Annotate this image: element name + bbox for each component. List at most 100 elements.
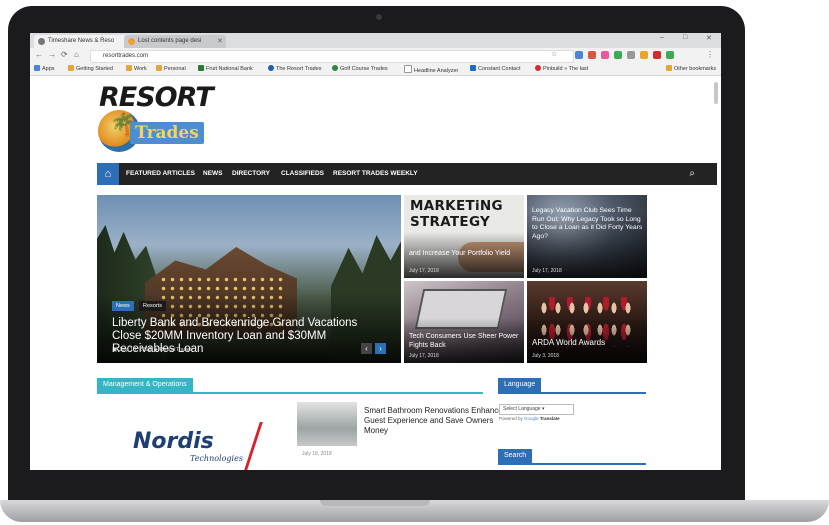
extension-icon[interactable]: [601, 51, 609, 59]
bookmark-item[interactable]: Constant Contact: [470, 65, 521, 72]
extension-icon[interactable]: [627, 51, 635, 59]
hero-date: July 18, 2018: [118, 347, 152, 353]
powered-by-label: Powered by: [499, 416, 523, 421]
scrollbar-thumb[interactable]: [714, 82, 718, 104]
forward-icon[interactable]: →: [48, 50, 56, 59]
bookmark-star-icon[interactable]: ☆: [551, 50, 557, 58]
menu-icon[interactable]: ⋮: [706, 50, 714, 59]
sponsor-swoosh-icon: [218, 422, 263, 470]
extension-icon[interactable]: [653, 51, 661, 59]
webcam: [376, 14, 382, 20]
section-heading[interactable]: Management & Operations: [97, 378, 193, 392]
site-icon: [332, 65, 338, 71]
page-icon: [404, 65, 412, 73]
laptop-screen: Timeshare News & Reso ✕ Lost contents pa…: [30, 33, 721, 470]
nav-news[interactable]: NEWS: [203, 163, 223, 185]
back-icon[interactable]: ←: [35, 50, 43, 59]
sponsor-logo[interactable]: Nordis: [133, 429, 214, 454]
google-logo: Google: [524, 416, 539, 421]
sidebar-divider: [498, 392, 646, 394]
featured-tile[interactable]: Tech Consumers Use Sheer Power Fights Ba…: [404, 281, 524, 363]
bookmark-item[interactable]: Other bookmarks: [666, 65, 716, 72]
bookmark-item[interactable]: Golf Course Trades: [332, 65, 388, 72]
bookmark-label: Other bookmarks: [674, 66, 717, 72]
website-page: RESORT 🌴 Trades ⌂ FEATURED ARTICLES NEWS…: [30, 76, 721, 470]
extension-icon[interactable]: [575, 51, 583, 59]
tile-headline[interactable]: Legacy Vacation Club Sees Time Run Out: …: [532, 207, 644, 241]
tile-date: July 3, 2018: [532, 353, 559, 359]
folder-icon: [126, 65, 132, 71]
nav-directory[interactable]: DIRECTORY: [232, 163, 270, 185]
nav-classifieds[interactable]: CLASSIFIEDS: [281, 163, 324, 185]
home-icon[interactable]: ⌂: [74, 50, 79, 59]
nav-resort-trades-weekly[interactable]: RESORT TRADES WEEKLY: [333, 163, 418, 185]
bookmark-item[interactable]: The Resort Trades: [268, 65, 322, 72]
slider-next-icon[interactable]: ›: [375, 343, 386, 354]
sidebar-heading-search: Search: [498, 449, 533, 463]
folder-icon: [68, 65, 74, 71]
extension-icon[interactable]: [614, 51, 622, 59]
extension-icon[interactable]: [588, 51, 596, 59]
folder-icon: [156, 65, 162, 71]
tile-date: July 17, 2018: [409, 353, 439, 359]
bank-icon: [198, 65, 204, 71]
bookmark-label: Personal: [164, 66, 186, 72]
folder-icon: [666, 65, 672, 71]
close-tab-icon[interactable]: ✕: [217, 35, 223, 48]
article-thumbnail[interactable]: [297, 402, 357, 446]
powered-by-google: Powered by Google Translate: [499, 416, 560, 421]
close-window-icon[interactable]: ✕: [706, 34, 712, 42]
bookmark-item[interactable]: Personal: [156, 65, 186, 72]
logo-text[interactable]: RESORT: [99, 82, 214, 113]
bookmark-label: Getting Started: [76, 66, 113, 72]
calendar-icon: ▣: [112, 347, 118, 353]
url-field[interactable]: resorttrades.com: [90, 50, 574, 63]
address-bar-row: ← → ⟳ ⌂ resorttrades.com ☆ ⋮: [30, 48, 721, 63]
browser-tab-active[interactable]: Timeshare News & Reso ✕: [34, 35, 136, 48]
reload-icon[interactable]: ⟳: [61, 50, 68, 59]
translate-link[interactable]: Translate: [540, 416, 560, 421]
slider-prev-icon[interactable]: ‹: [361, 343, 372, 354]
bookmark-label: The Resort Trades: [276, 66, 322, 72]
article-date: July 18, 2018: [302, 451, 332, 457]
tile-date: July 17, 2018: [532, 268, 562, 274]
bookmark-item[interactable]: Pinbuild » The last: [535, 65, 588, 72]
featured-tile[interactable]: ARDA World Awards July 3, 2018: [527, 281, 647, 363]
bookmark-item[interactable]: Getting Started: [68, 65, 113, 72]
category-badge[interactable]: Resorts: [139, 301, 166, 311]
article-headline[interactable]: Smart Bathroom Renovations Enhance Guest…: [364, 406, 514, 436]
featured-tile[interactable]: Legacy Vacation Club Sees Time Run Out: …: [527, 195, 647, 278]
nav-featured-articles[interactable]: FEATURED ARTICLES: [126, 163, 195, 185]
tile-headline[interactable]: Tech Consumers Use Sheer Power Fights Ba…: [409, 333, 521, 350]
category-badge[interactable]: News: [112, 301, 134, 311]
bookmark-item[interactable]: Work: [126, 65, 147, 72]
tile-headline[interactable]: ARDA World Awards: [532, 338, 605, 348]
maximize-icon[interactable]: □: [683, 34, 687, 41]
extension-icon[interactable]: [666, 51, 674, 59]
hero-slide[interactable]: News Resorts Liberty Bank and Breckenrid…: [97, 195, 401, 363]
language-select[interactable]: Select Language ▾: [499, 404, 574, 415]
bookmark-item[interactable]: Headline Analyzer: [404, 65, 458, 74]
home-icon[interactable]: ⌂: [97, 163, 119, 185]
bookmarks-bar: Apps Getting Started Work Personal Fruit…: [30, 63, 721, 76]
bookmark-item[interactable]: Fruit National Bank: [198, 65, 253, 72]
bookmark-apps[interactable]: Apps: [34, 65, 55, 72]
hero-author[interactable]: ResortTrades: [159, 347, 192, 353]
apps-icon: [34, 65, 40, 71]
search-icon[interactable]: ⌕: [689, 163, 695, 185]
laptop-notch: [320, 500, 430, 506]
extension-icon[interactable]: [640, 51, 648, 59]
tile-headline[interactable]: and Increase Your Portfolio Yield: [409, 250, 519, 259]
featured-tile[interactable]: MARKETiNG STRATEGY and Increase Your Por…: [404, 195, 524, 278]
hero-meta: ▣ July 18, 2018 ● ResortTrades: [112, 347, 193, 353]
tab-title: Lost contents page desi: [138, 38, 202, 44]
minimize-icon[interactable]: –: [660, 34, 664, 41]
bookmark-label: Apps: [42, 66, 55, 72]
bookmark-label: Work: [134, 66, 147, 72]
logo-subtitle[interactable]: Trades: [130, 122, 204, 144]
bookmark-label: Pinbuild » The last: [543, 66, 589, 72]
sidebar-divider: [498, 463, 646, 465]
browser-tab[interactable]: Lost contents page desi ✕: [124, 35, 226, 48]
site-icon: [268, 65, 274, 71]
user-icon: ●: [154, 347, 158, 353]
